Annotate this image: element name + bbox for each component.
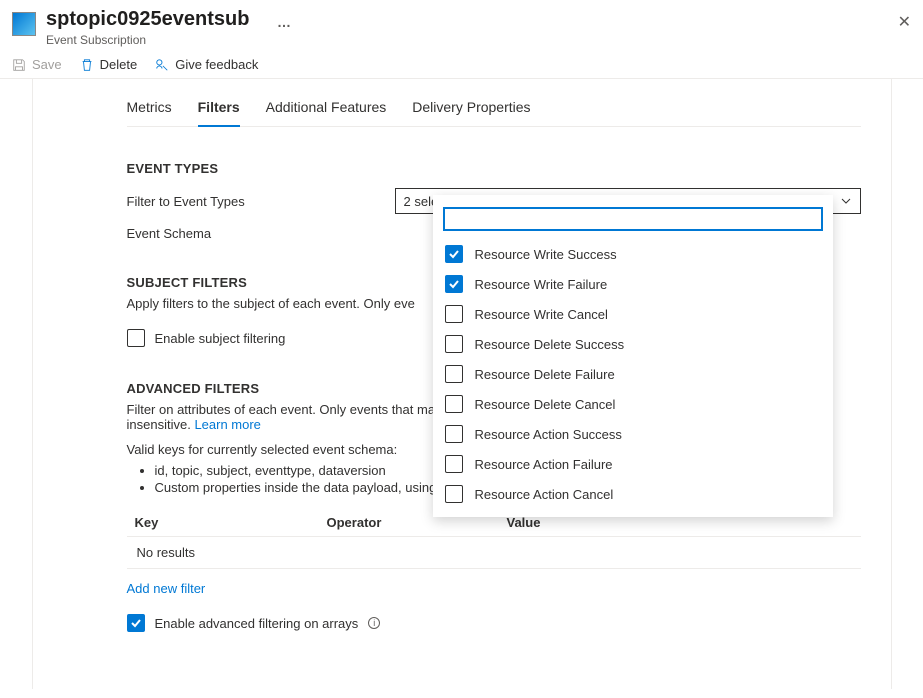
close-button[interactable]: ✕ <box>890 8 919 36</box>
save-label: Save <box>32 57 62 72</box>
checkbox-icon <box>127 614 145 632</box>
event-schema-label: Event Schema <box>127 226 395 241</box>
col-key: Key <box>135 515 327 530</box>
dropdown-option[interactable]: Resource Delete Failure <box>433 359 833 389</box>
save-button: Save <box>12 57 62 72</box>
enable-subject-filtering-label: Enable subject filtering <box>155 331 286 346</box>
checkbox-icon <box>445 305 463 323</box>
tab-delivery-properties[interactable]: Delivery Properties <box>412 91 530 127</box>
dropdown-option[interactable]: Resource Delete Cancel <box>433 389 833 419</box>
col-value: Value <box>507 515 853 530</box>
option-label: Resource Action Cancel <box>475 487 614 502</box>
checkbox-icon <box>445 245 463 263</box>
option-label: Resource Delete Cancel <box>475 397 616 412</box>
page-subtitle: Event Subscription <box>46 33 911 47</box>
chevron-down-icon <box>840 195 852 207</box>
event-types-dropdown-panel: Resource Write Success Resource Write Fai… <box>433 195 833 517</box>
event-types-title: EVENT TYPES <box>127 161 861 176</box>
option-label: Resource Action Success <box>475 427 622 442</box>
toolbar: Save Delete Give feedback <box>0 51 923 79</box>
learn-more-link[interactable]: Learn more <box>194 417 260 432</box>
feedback-icon <box>155 58 169 72</box>
enable-advanced-filtering-arrays-checkbox[interactable]: Enable advanced filtering on arrays i <box>127 614 861 632</box>
no-results-row: No results <box>127 537 861 569</box>
dropdown-option[interactable]: Resource Action Success <box>433 419 833 449</box>
dropdown-option[interactable]: Resource Write Cancel <box>433 299 833 329</box>
option-label: Resource Write Failure <box>475 277 608 292</box>
checkbox-icon <box>445 395 463 413</box>
delete-button[interactable]: Delete <box>80 57 138 72</box>
tab-additional-features[interactable]: Additional Features <box>266 91 387 127</box>
option-label: Resource Delete Success <box>475 337 625 352</box>
col-operator: Operator <box>327 515 507 530</box>
tabs: Metrics Filters Additional Features Deli… <box>127 79 861 127</box>
checkbox-icon <box>445 485 463 503</box>
feedback-label: Give feedback <box>175 57 258 72</box>
save-icon <box>12 58 26 72</box>
checkbox-icon <box>445 365 463 383</box>
dropdown-option[interactable]: Resource Write Failure <box>433 269 833 299</box>
checkbox-icon <box>445 335 463 353</box>
resource-icon <box>12 12 36 36</box>
checkbox-icon <box>445 275 463 293</box>
dropdown-option[interactable]: Resource Action Failure <box>433 449 833 479</box>
title-block: sptopic0925eventsub … Event Subscription <box>46 8 911 47</box>
info-icon[interactable]: i <box>368 617 380 629</box>
option-label: Resource Write Success <box>475 247 617 262</box>
more-actions-button[interactable]: … <box>277 14 292 30</box>
enable-arrays-label: Enable advanced filtering on arrays <box>155 616 359 631</box>
tab-metrics[interactable]: Metrics <box>127 91 172 127</box>
option-label: Resource Delete Failure <box>475 367 615 382</box>
add-new-filter-link[interactable]: Add new filter <box>127 581 861 596</box>
option-label: Resource Action Failure <box>475 457 613 472</box>
content-area: Metrics Filters Additional Features Deli… <box>32 79 892 689</box>
checkbox-icon <box>445 455 463 473</box>
checkbox-icon <box>445 425 463 443</box>
dropdown-search-input[interactable] <box>443 207 823 231</box>
page-title: sptopic0925eventsub <box>46 8 249 30</box>
filter-event-types-label: Filter to Event Types <box>127 194 395 209</box>
tab-filters[interactable]: Filters <box>198 91 240 127</box>
header: sptopic0925eventsub … Event Subscription… <box>0 0 923 51</box>
trash-icon <box>80 58 94 72</box>
option-label: Resource Write Cancel <box>475 307 608 322</box>
checkbox-icon <box>127 329 145 347</box>
dropdown-option[interactable]: Resource Write Success <box>433 239 833 269</box>
feedback-button[interactable]: Give feedback <box>155 57 258 72</box>
delete-label: Delete <box>100 57 138 72</box>
dropdown-option[interactable]: Resource Delete Success <box>433 329 833 359</box>
dropdown-option[interactable]: Resource Action Cancel <box>433 479 833 509</box>
